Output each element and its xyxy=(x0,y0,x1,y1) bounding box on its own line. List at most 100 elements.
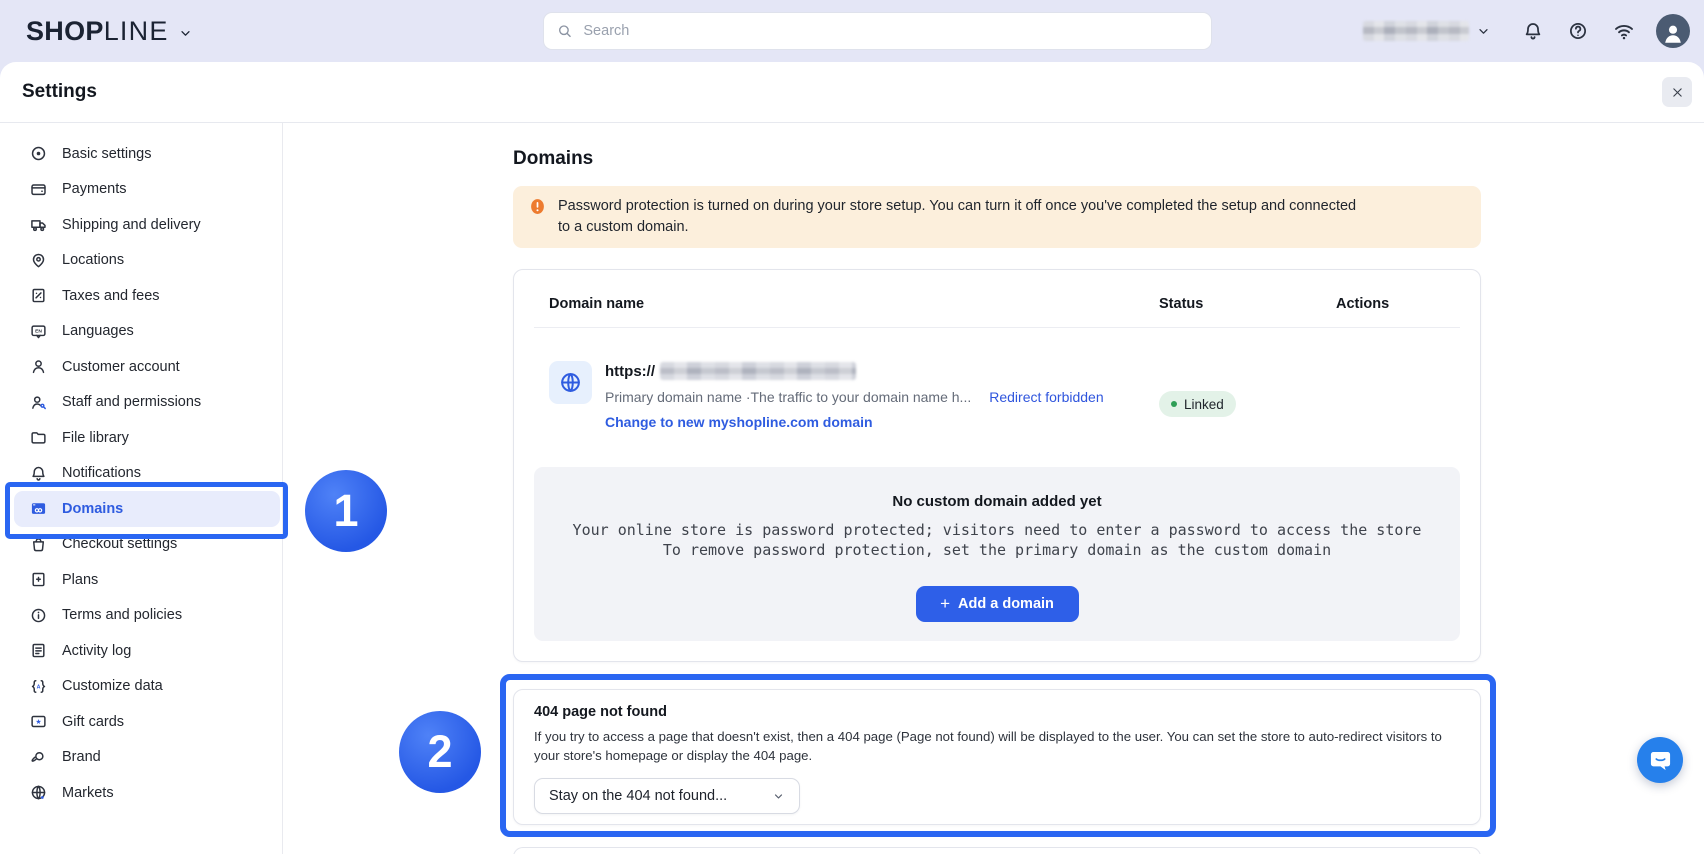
page-404-title: 404 page not found xyxy=(534,704,1460,721)
page-title: Settings xyxy=(22,81,97,103)
domain-cell: https:// Primary domain name ·The traffi… xyxy=(605,361,1104,434)
settings-sidebar: Basic settings Payments Shipping and del… xyxy=(0,123,283,854)
sidebar-item-label: Locations xyxy=(62,252,124,268)
sidebar-item-payments[interactable]: Payments xyxy=(14,172,280,208)
column-header-actions: Actions xyxy=(1336,296,1389,312)
sidebar-item-label: Plans xyxy=(62,572,98,588)
avatar[interactable] xyxy=(1656,14,1690,48)
sidebar-item-customer-account[interactable]: Customer account xyxy=(14,349,280,385)
sidebar-item-customize-data[interactable]: A Customize data xyxy=(14,669,280,705)
sidebar-item-markets[interactable]: Markets xyxy=(14,775,280,811)
sidebar-item-domains[interactable]: Domains xyxy=(14,491,280,527)
sidebar-item-notifications[interactable]: Notifications xyxy=(14,456,280,492)
bell-icon[interactable] xyxy=(1523,21,1543,41)
payments-icon xyxy=(30,181,47,198)
chevron-down-icon xyxy=(178,26,193,41)
map-pin-icon xyxy=(30,252,47,269)
sidebar-item-checkout-settings[interactable]: Checkout settings xyxy=(14,527,280,563)
sidebar-item-plans[interactable]: Plans xyxy=(14,562,280,598)
sidebar-item-gift-cards[interactable]: ★ Gift cards xyxy=(14,704,280,740)
redirect-forbidden-link[interactable]: Redirect forbidden xyxy=(989,389,1103,405)
table-row: https:// Primary domain name ·The traffi… xyxy=(514,328,1480,434)
sidebar-item-file-library[interactable]: File library xyxy=(14,420,280,456)
chevron-down-icon[interactable] xyxy=(1476,24,1491,39)
change-domain-link[interactable]: Change to new myshopline.com domain xyxy=(605,414,1104,434)
chat-bubble-icon xyxy=(1648,748,1673,773)
sidebar-item-brand[interactable]: Brand xyxy=(14,740,280,776)
sidebar-item-activity-log[interactable]: Activity log xyxy=(14,633,280,669)
search-icon xyxy=(557,23,572,39)
person-key-icon xyxy=(30,394,47,411)
next-card-partial xyxy=(513,847,1481,854)
braces-icon: A xyxy=(30,678,47,695)
sidebar-item-label: Checkout settings xyxy=(62,536,177,552)
close-icon xyxy=(1671,86,1684,99)
sidebar-item-label: File library xyxy=(62,430,129,446)
sidebar-item-label: Payments xyxy=(62,181,126,197)
svg-text:EN: EN xyxy=(35,328,42,334)
sidebar-item-label: Brand xyxy=(62,749,101,765)
empty-state-line1: Your online store is password protected;… xyxy=(534,520,1460,540)
language-bubble-icon: EN xyxy=(30,323,47,340)
sidebar-item-languages[interactable]: EN Languages xyxy=(14,314,280,350)
domain-subtitle: Primary domain name ·The traffic to your… xyxy=(605,389,971,405)
global-search[interactable] xyxy=(543,12,1212,50)
browser-domain-icon xyxy=(30,500,47,517)
topbar: SHOPLINE xyxy=(0,0,1704,62)
banner-text: Password protection is turned on during … xyxy=(558,196,1366,238)
no-custom-domain-panel: No custom domain added yet Your online s… xyxy=(534,467,1460,641)
bell-icon xyxy=(30,465,47,482)
close-button[interactable] xyxy=(1662,77,1692,107)
page-404-description: If you try to access a page that doesn't… xyxy=(534,728,1460,765)
sidebar-item-label: Gift cards xyxy=(62,714,124,730)
sidebar-item-label: Notifications xyxy=(62,465,141,481)
select-value: Stay on the 404 not found... xyxy=(549,788,727,804)
chat-button[interactable] xyxy=(1637,737,1683,783)
annotation-step-2: 2 xyxy=(399,711,481,793)
sidebar-item-label: Domains xyxy=(62,501,123,517)
globe-icon xyxy=(30,784,47,801)
help-icon[interactable] xyxy=(1568,21,1588,41)
sidebar-item-locations[interactable]: Locations xyxy=(14,243,280,279)
sidebar-item-label: Shipping and delivery xyxy=(62,217,201,233)
globe-icon-tile xyxy=(549,361,592,404)
globe-icon xyxy=(559,371,582,394)
green-dot-icon xyxy=(1171,401,1177,407)
tax-document-icon xyxy=(30,287,47,304)
svg-text:★: ★ xyxy=(35,718,41,726)
sidebar-item-label: Languages xyxy=(62,323,134,339)
domains-table-card: Domain name Status Actions https:// P xyxy=(513,269,1481,662)
plus-icon: + xyxy=(940,594,950,614)
sidebar-item-label: Basic settings xyxy=(62,146,151,162)
topbar-right xyxy=(1363,0,1704,62)
sidebar-item-label: Terms and policies xyxy=(62,607,182,623)
sidebar-item-label: Customize data xyxy=(62,678,163,694)
redacted-store-name xyxy=(1363,21,1469,41)
add-domain-button[interactable]: + Add a domain xyxy=(916,586,1079,622)
sidebar-item-basic-settings[interactable]: Basic settings xyxy=(14,136,280,172)
404-behavior-select[interactable]: Stay on the 404 not found... xyxy=(534,778,800,814)
sidebar-item-taxes[interactable]: Taxes and fees xyxy=(14,278,280,314)
status-badge: Linked xyxy=(1159,391,1236,417)
sidebar-item-label: Staff and permissions xyxy=(62,394,201,410)
sidebar-item-terms-policies[interactable]: Terms and policies xyxy=(14,598,280,634)
password-protection-banner: Password protection is turned on during … xyxy=(513,186,1481,248)
logo-text-strong: SHOP xyxy=(26,16,104,47)
shopline-logo-menu[interactable]: SHOPLINE xyxy=(26,16,193,47)
annotation-step-1: 1 xyxy=(305,470,387,552)
sidebar-item-staff-permissions[interactable]: Staff and permissions xyxy=(14,385,280,421)
sidebar-item-label: Activity log xyxy=(62,643,131,659)
domains-content: Domains Password protection is turned on… xyxy=(283,123,1704,854)
shopping-bag-icon xyxy=(30,536,47,553)
wifi-icon[interactable] xyxy=(1613,20,1635,42)
settings-window: Settings Basic settings Payments Shippin… xyxy=(0,62,1704,854)
truck-icon xyxy=(30,216,47,233)
folder-icon xyxy=(30,429,47,446)
chevron-down-icon xyxy=(772,790,785,803)
info-circle-icon xyxy=(30,607,47,624)
search-input[interactable] xyxy=(581,22,1198,40)
empty-state-title: No custom domain added yet xyxy=(534,493,1460,511)
person-icon xyxy=(1661,17,1685,45)
sidebar-item-shipping[interactable]: Shipping and delivery xyxy=(14,207,280,243)
add-domain-label: Add a domain xyxy=(958,596,1054,612)
